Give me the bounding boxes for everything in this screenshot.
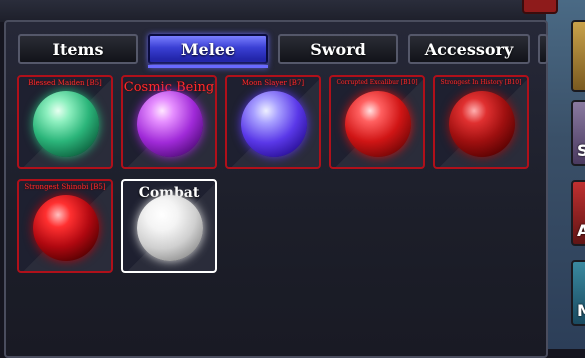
- white-orb-icon: [137, 195, 203, 261]
- tab-accessory[interactable]: Accessory: [408, 34, 530, 64]
- crimson-orb-icon: [33, 195, 99, 261]
- item-slot-corrupted-excalibur[interactable]: Corrupted Excalibur [B10]: [329, 75, 425, 169]
- violet-orb-icon: [241, 91, 307, 157]
- item-name: Strongest Shinobi [B5]: [24, 183, 106, 191]
- tab-overflow[interactable]: [538, 34, 548, 64]
- item-slot-moon-slayer[interactable]: Moon Slayer [B7]: [225, 75, 321, 169]
- tab-melee[interactable]: Melee: [148, 34, 268, 64]
- green-orb-icon: [33, 91, 99, 157]
- red-orb-icon: [345, 91, 411, 157]
- item-name: Blessed Maiden [B5]: [28, 79, 102, 87]
- tab-sword[interactable]: Sword: [278, 34, 398, 64]
- close-button[interactable]: [522, 0, 558, 14]
- side-button-1[interactable]: [571, 20, 585, 92]
- side-button-2[interactable]: S: [571, 100, 585, 166]
- active-tab-indicator: [148, 65, 268, 68]
- dark-red-orb-icon: [449, 91, 515, 157]
- top-bar: [0, 0, 585, 22]
- item-slot-strongest-shinobi[interactable]: Strongest Shinobi [B5]: [17, 179, 113, 273]
- tab-items[interactable]: Items: [18, 34, 138, 64]
- item-name: Corrupted Excalibur [B10]: [336, 79, 418, 86]
- item-slot-strongest-in-history[interactable]: Strongest In History [B10]: [433, 75, 529, 169]
- item-slot-combat[interactable]: Combat: [121, 179, 217, 273]
- item-name: Moon Slayer [B7]: [241, 79, 305, 87]
- item-slot-blessed-maiden[interactable]: Blessed Maiden [B5]: [17, 75, 113, 169]
- side-button-3[interactable]: A: [571, 180, 585, 246]
- side-button-4[interactable]: M: [571, 260, 585, 326]
- item-name: Strongest In History [B10]: [440, 79, 522, 86]
- item-slot-cosmic-being[interactable]: Cosmic Being: [121, 75, 217, 169]
- purple-orb-icon: [137, 91, 203, 157]
